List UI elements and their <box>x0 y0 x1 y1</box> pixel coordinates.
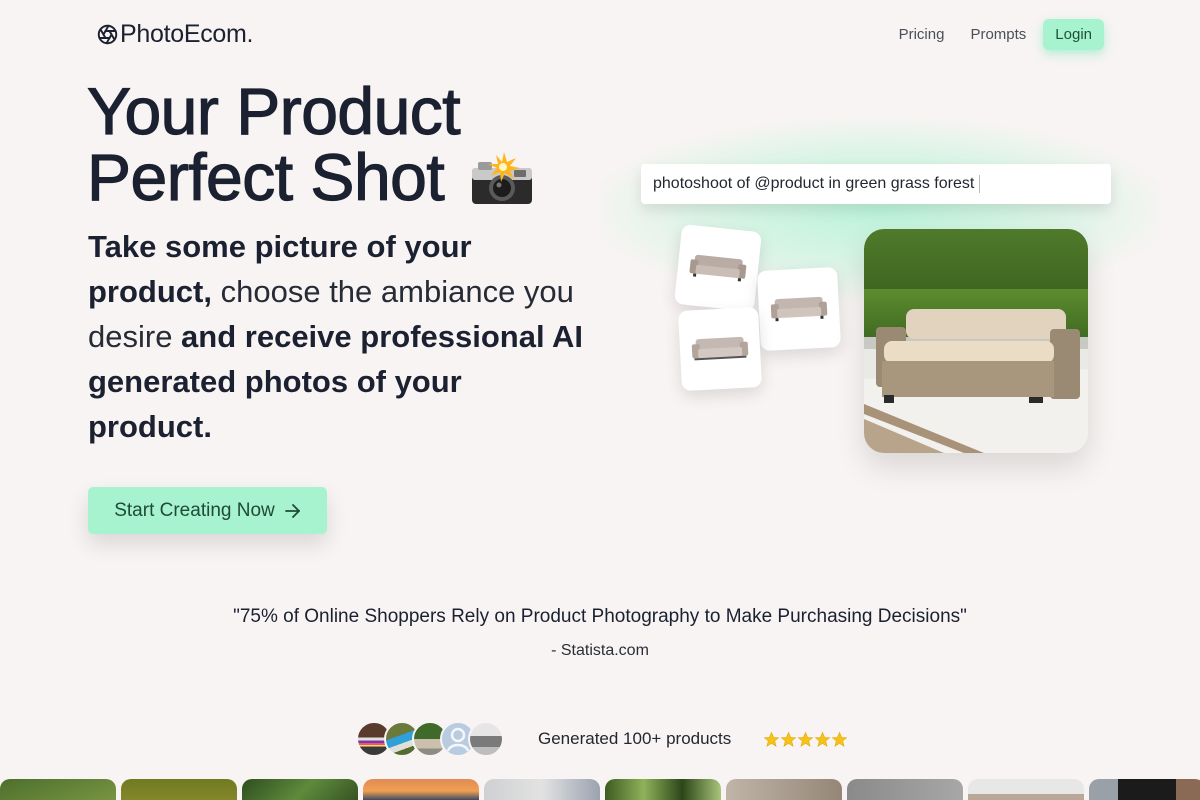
prompt-input[interactable]: photoshoot of @product in green grass fo… <box>641 164 1111 204</box>
avatar-stack <box>356 721 504 757</box>
quote-source: - Statista.com <box>551 642 649 659</box>
star-icon <box>763 731 780 747</box>
login-button[interactable]: Login <box>1043 19 1104 50</box>
star-rating <box>763 731 848 748</box>
statistic-quote: "75% of Online Shoppers Rely on Product … <box>233 606 967 627</box>
gallery-image[interactable] <box>726 779 842 800</box>
generated-photo <box>864 229 1088 453</box>
hero-description: Take some picture of your product, choos… <box>88 224 588 449</box>
sofa-image <box>689 254 747 282</box>
nav-link-pricing[interactable]: Pricing <box>890 18 954 51</box>
products-generated-text: Generated 100+ products <box>538 729 732 748</box>
sofa-image <box>770 296 828 322</box>
nav-link-prompts[interactable]: Prompts <box>961 18 1035 51</box>
aperture-icon <box>97 24 118 45</box>
gallery-image[interactable] <box>121 779 237 800</box>
gallery-image[interactable] <box>484 779 600 800</box>
gallery-image[interactable] <box>1089 779 1200 800</box>
logo[interactable]: PhotoEcom. <box>97 20 253 49</box>
gallery-image[interactable] <box>605 779 721 800</box>
input-thumbnail-3 <box>677 306 763 392</box>
logo-text: PhotoEcom. <box>120 20 254 48</box>
gallery-image[interactable] <box>242 779 358 800</box>
input-thumbnail-2 <box>756 266 842 352</box>
sofa-image <box>691 336 749 361</box>
avatar <box>468 721 504 757</box>
social-proof: Generated 100+ products <box>356 720 848 758</box>
nav-links: Pricing Prompts Login <box>890 18 1104 51</box>
top-nav: PhotoEcom. Pricing Prompts Login <box>0 0 1200 68</box>
gallery-image[interactable] <box>363 779 479 800</box>
hero-title: Your Product Perfect Shot <box>86 77 534 211</box>
star-icon <box>831 731 848 747</box>
cta-label: Start Creating Now <box>114 499 275 521</box>
arrow-right-icon <box>284 503 300 518</box>
sofa-in-garden-image <box>864 229 1088 453</box>
prompt-text: photoshoot of @product in green grass fo… <box>653 175 975 192</box>
start-creating-button[interactable]: Start Creating Now <box>88 487 327 534</box>
hero-title-line1: Your Product <box>86 74 461 148</box>
star-icon <box>780 731 797 747</box>
gallery-image[interactable] <box>847 779 963 800</box>
text-caret <box>979 175 981 193</box>
gallery-image[interactable] <box>0 779 116 800</box>
star-icon <box>797 731 814 747</box>
input-thumbnail-1 <box>674 224 762 312</box>
gallery-image[interactable] <box>968 779 1084 800</box>
star-icon <box>814 731 831 747</box>
camera-with-flash-icon <box>472 152 533 204</box>
gallery-strip <box>0 779 1200 800</box>
hero-title-line2: Perfect Shot <box>86 140 445 214</box>
